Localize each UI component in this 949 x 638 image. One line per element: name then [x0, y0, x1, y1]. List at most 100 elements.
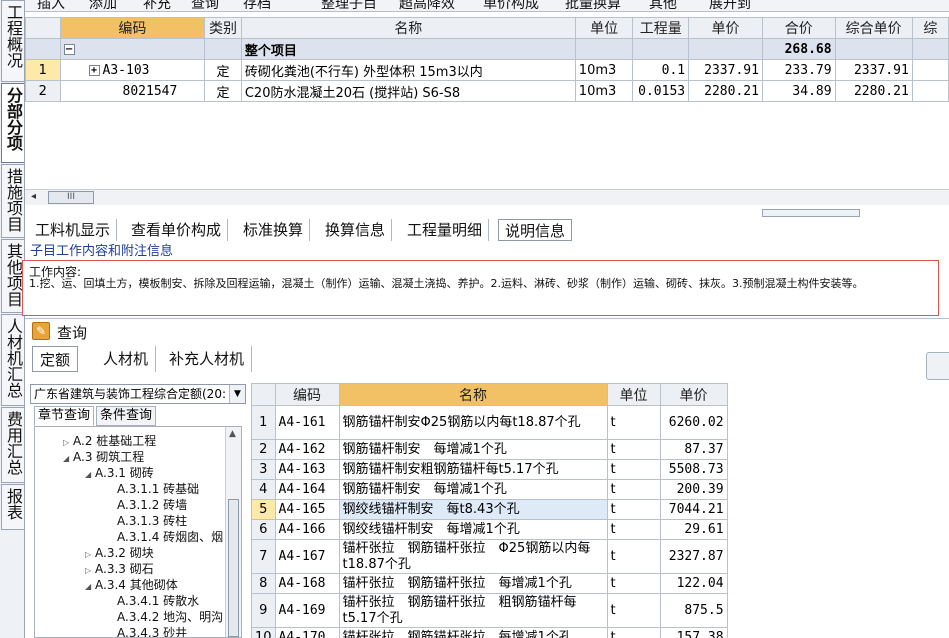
row-name: 锚杆张拉 钢筋锚杆张拉 Φ25钢筋以内每t18.87个孔 [338, 539, 608, 574]
quota-library-select[interactable]: 广东省建筑与装饰工程综合定额(20: ▼ [30, 384, 246, 404]
toolbar-organize[interactable]: 整理子目 [321, 0, 377, 11]
column-header-code[interactable]: 编码 [59, 17, 206, 39]
toolbar-height-reduction[interactable]: 超高降效 [399, 0, 455, 11]
tree-node[interactable]: ◢ A.3.1 砌砖 [85, 464, 154, 481]
tree-node[interactable]: ▷ A.3.3 砌石 [85, 560, 154, 577]
tree-node[interactable]: A.3.1.1 砖基础 [107, 480, 199, 497]
table-row[interactable]: 3 A4-163 钢筋锚杆制安粗钢筋锚杆每t5.17个孔 t 5508.73 [251, 459, 728, 480]
column-header-name[interactable]: 名称 [240, 17, 576, 39]
table-row[interactable]: 1 + A3-103 定 砖砌化粪池(不行车) 外型体积 15m3以内 10m3 … [25, 59, 949, 81]
column-header-category[interactable]: 类别 [204, 17, 242, 39]
tree-toggle-icon[interactable]: ▷ [85, 566, 95, 575]
toolbar-expand-to[interactable]: 展开到 [709, 0, 751, 11]
table-row[interactable]: 1 A4-161 钢筋锚杆制安Φ25钢筋以内每t18.87个孔 t 6260.0… [251, 405, 728, 440]
tree-node[interactable]: ▷ A.2 桩基础工程 [63, 432, 156, 449]
column-header-name[interactable]: 名称 [338, 383, 608, 406]
query-side-button[interactable] [926, 352, 949, 380]
scrollbar-thumb[interactable]: III [48, 191, 94, 204]
expand-toggle[interactable]: + [88, 64, 100, 76]
tree-node[interactable]: A.3.1.3 砖柱 [107, 512, 187, 529]
tree-node[interactable]: ▷ A.3.2 砌块 [85, 544, 154, 561]
work-content-description: 工作内容: 1.挖、运、回填土方，模板制安、拆除及回程运输，混凝土（制作）运输、… [22, 260, 939, 316]
sidebar-tab-other-items[interactable]: 其他项目 [1, 239, 24, 313]
tree-toggle-icon[interactable]: ◢ [63, 454, 73, 463]
scrollbar-thumb[interactable] [228, 499, 239, 637]
tab-supplementary-material[interactable]: 补充人材机 [162, 346, 253, 372]
tree-toggle-icon[interactable]: ◢ [85, 470, 95, 479]
table-row[interactable]: 7 A4-167 锚杆张拉 钢筋锚杆张拉 Φ25钢筋以内每t18.87个孔 t … [251, 539, 728, 574]
toolbar-add[interactable]: 添加 [89, 0, 117, 11]
tree-node[interactable]: A.3.1.4 砖烟囱、烟 [107, 528, 223, 545]
table-row[interactable]: 4 A4-164 钢筋锚杆制安 每增减1个孔 t 200.39 [251, 479, 728, 500]
tab-standard-conversion[interactable]: 标准换算 [237, 219, 311, 241]
group-row-whole-project[interactable]: − 整个项目 268.68 [25, 38, 949, 60]
scroll-up-icon[interactable]: ▲ [229, 429, 236, 439]
tree-node[interactable]: A.3.4.1 砖散水 [107, 592, 199, 609]
row-number[interactable]: 2 [25, 80, 61, 102]
toolbar-supplement[interactable]: 补充 [143, 0, 171, 11]
row-total: 233.79 [761, 59, 836, 81]
tab-conversion-info[interactable]: 换算信息 [319, 219, 393, 241]
table-row[interactable]: 6 A4-166 钢绞线锚杆制安 每增减1个孔 t 29.61 [251, 519, 728, 540]
table-row-selected[interactable]: 5 A4-165 钢绞线锚杆制安 每t8.43个孔 t 7044.21 [251, 499, 728, 520]
tree-node[interactable]: A.3.4.2 地沟、明沟 [107, 608, 223, 625]
column-header-unit[interactable]: 单位 [574, 17, 634, 39]
column-header-quantity[interactable]: 工程量 [632, 17, 690, 39]
tab-description-info[interactable]: 说明信息 [498, 219, 573, 241]
sidebar-tab-labor-material-summary[interactable]: 人材机汇总 [1, 314, 24, 406]
tab-condition-query[interactable]: 条件查询 [96, 406, 157, 426]
tab-quantity-detail[interactable]: 工程量明细 [401, 219, 490, 241]
toolbar-archive[interactable]: 存档 [243, 0, 271, 11]
tree-toggle-icon[interactable]: ◢ [85, 582, 95, 591]
sidebar-tab-project-overview[interactable]: 工程概况 [1, 0, 24, 82]
column-header-more[interactable]: 综 [911, 17, 949, 39]
column-header-unit-price[interactable]: 单价 [659, 383, 728, 406]
tree-node[interactable]: A.3.1.2 砖墙 [107, 496, 187, 513]
table-row[interactable]: 8 A4-168 锚杆张拉 钢筋锚杆张拉 每增减1个孔 t 122.04 [251, 573, 728, 594]
row-category: 定 [204, 59, 242, 81]
scroll-left-icon[interactable]: ◂ [31, 191, 36, 202]
horizontal-scrollbar[interactable]: ◂ III [25, 189, 949, 205]
tree-toggle-icon[interactable]: ▷ [63, 438, 73, 447]
sidebar-tab-measures[interactable]: 措施项目 [1, 164, 24, 238]
tree-node[interactable]: ◢ A.3.4 其他砌体 [85, 576, 178, 593]
tab-labor-material[interactable]: 人材机 [96, 346, 157, 372]
tab-labor-material-display[interactable]: 工料机显示 [29, 219, 118, 241]
tree-node[interactable]: A.3.4.3 砂井 [107, 624, 187, 637]
table-row[interactable]: 2 A4-162 钢筋锚杆制安 每增减1个孔 t 87.37 [251, 439, 728, 460]
table-row[interactable]: 10 A4-170 锚杆张拉 钢筋锚杆张拉 每增减1个孔 t 157.38 [251, 627, 728, 638]
toolbar-batch-convert[interactable]: 批量换算 [565, 0, 621, 11]
tab-view-price-composition[interactable]: 查看单价构成 [125, 219, 229, 241]
toolbar-insert[interactable]: 插入 [37, 0, 65, 11]
column-header-unit[interactable]: 单位 [606, 383, 661, 406]
sidebar-tab-reports[interactable]: 报表 [1, 484, 24, 530]
toolbar: 插入 添加 补充 查询 存档 整理子目 超高降效 单价构成 批量换算 其他 展开… [25, 0, 949, 12]
column-header-total[interactable]: 合价 [761, 17, 836, 39]
tab-chapter-query[interactable]: 章节查询 [34, 406, 95, 426]
dropdown-arrow-icon[interactable]: ▼ [229, 385, 245, 403]
sidebar-tab-cost-summary[interactable]: 费用汇总 [1, 407, 24, 483]
sub-heading: 子目工作内容和附注信息 [30, 244, 174, 259]
toolbar-other[interactable]: 其他 [649, 0, 677, 11]
toolbar-price-composition[interactable]: 单价构成 [483, 0, 539, 11]
tree-toggle-icon[interactable]: ▷ [85, 550, 95, 559]
column-header-code[interactable]: 编码 [274, 383, 340, 406]
tab-quota[interactable]: 定额 [32, 346, 79, 372]
tree-vertical-scrollbar[interactable]: ▲ [225, 427, 241, 637]
column-header-unit-price[interactable]: 单价 [688, 17, 763, 39]
table-row[interactable]: 2 8021547 定 C20防水混凝土20石 (搅拌站) S6-S8 10m3… [25, 80, 949, 102]
tree-node[interactable]: ◢ A.3 砌筑工程 [63, 448, 144, 465]
left-vertical-tab-strip: 工程概况 分部分项 措施项目 其他项目 人材机汇总 费用汇总 报表 [0, 0, 25, 638]
sidebar-tab-sub-items[interactable]: 分部分项 [1, 83, 24, 163]
collapse-toggle[interactable]: − [63, 43, 75, 55]
row-number[interactable]: 1 [25, 59, 61, 81]
row-price: 875.5 [659, 593, 728, 628]
table-header-row: 编码 名称 单位 单价 [251, 383, 728, 406]
toolbar-query[interactable]: 查询 [191, 0, 219, 11]
table-row[interactable]: 9 A4-169 锚杆张拉 钢筋锚杆张拉 粗钢筋锚杆每t5.17个孔 t 875… [251, 593, 728, 628]
query-edit-icon: ✎ [32, 322, 50, 340]
row-unit: t [606, 499, 661, 520]
row-unit: t [606, 439, 661, 460]
column-header-comprehensive-price[interactable]: 综合单价 [834, 17, 913, 39]
row-name: 钢筋锚杆制安粗钢筋锚杆每t5.17个孔 [338, 459, 608, 480]
